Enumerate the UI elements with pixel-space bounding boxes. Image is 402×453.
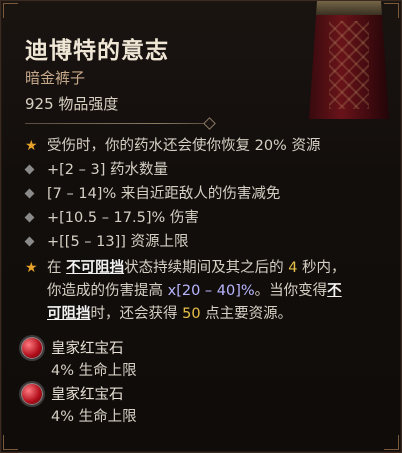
- power-range: x[20 – 40]%: [167, 283, 255, 299]
- divider-ornament-icon: [203, 117, 216, 130]
- star-bullet-icon: ★: [25, 260, 38, 276]
- power-text-part: 。当你变得: [254, 283, 328, 299]
- item-power: 925 物品强度: [25, 95, 119, 113]
- keyword-unstoppable[interactable]: 不可阻挡: [66, 260, 124, 276]
- power-text-part: 状态持续期间及其之后的: [124, 260, 289, 276]
- diamond-bullet-icon: [24, 188, 35, 199]
- ruby-gem-icon: [19, 335, 45, 361]
- gem-stat: 4% 生命上限: [51, 409, 137, 425]
- affix-text: +[[5 – 13]] 资源上限: [47, 234, 189, 250]
- affix-text: 受伤时，你的药水还会使你恢复 20% 资源: [47, 138, 321, 154]
- gem-name: 皇家红宝石: [51, 341, 124, 357]
- diamond-bullet-icon: [24, 164, 35, 175]
- frame-corner-bottom-left: [3, 435, 18, 450]
- keyword-unstoppable[interactable]: 不: [327, 283, 342, 299]
- power-text-part: 在: [47, 260, 67, 276]
- affix-text: [7 – 14]% 来自近距敌人的伤害减免: [47, 186, 281, 202]
- diamond-bullet-icon: [24, 236, 35, 247]
- unique-power-text: 在 不可阻挡状态持续期间及其之后的 4 秒内， 你造成的伤害提高 x[20 – …: [47, 257, 381, 326]
- power-text-part: 点主要资源。: [200, 306, 293, 322]
- frame-corner-top-left: [3, 3, 18, 18]
- keyword-unstoppable[interactable]: 可阻挡: [47, 306, 91, 322]
- item-art-trim: [309, 1, 389, 15]
- power-number: 50: [182, 306, 201, 322]
- item-type: 暗金裤子: [25, 69, 86, 87]
- item-name: 迪博特的意志: [25, 37, 169, 64]
- gem-stat: 4% 生命上限: [51, 363, 137, 379]
- diamond-bullet-icon: [24, 212, 35, 223]
- power-text-part: 时，还会获得: [90, 306, 183, 322]
- frame-corner-bottom-right: [384, 435, 399, 450]
- star-bullet-icon: ★: [25, 138, 38, 154]
- section-divider: [25, 123, 211, 124]
- frame-corner-top-right: [384, 3, 399, 18]
- gem-name: 皇家红宝石: [51, 387, 124, 403]
- item-pants-icon: [309, 1, 389, 119]
- item-art-pattern: [329, 21, 369, 109]
- power-text-part: 你造成的伤害提高: [47, 283, 168, 299]
- item-tooltip: 迪博特的意志 暗金裤子 925 物品强度 ★ 受伤时，你的药水还会使你恢复 20…: [0, 0, 402, 453]
- ruby-gem-icon: [19, 381, 45, 407]
- power-text-part: 秒内，: [297, 260, 346, 276]
- affix-text: +[10.5 – 17.5]% 伤害: [47, 210, 199, 226]
- affix-text: +[2 – 3] 药水数量: [47, 162, 168, 178]
